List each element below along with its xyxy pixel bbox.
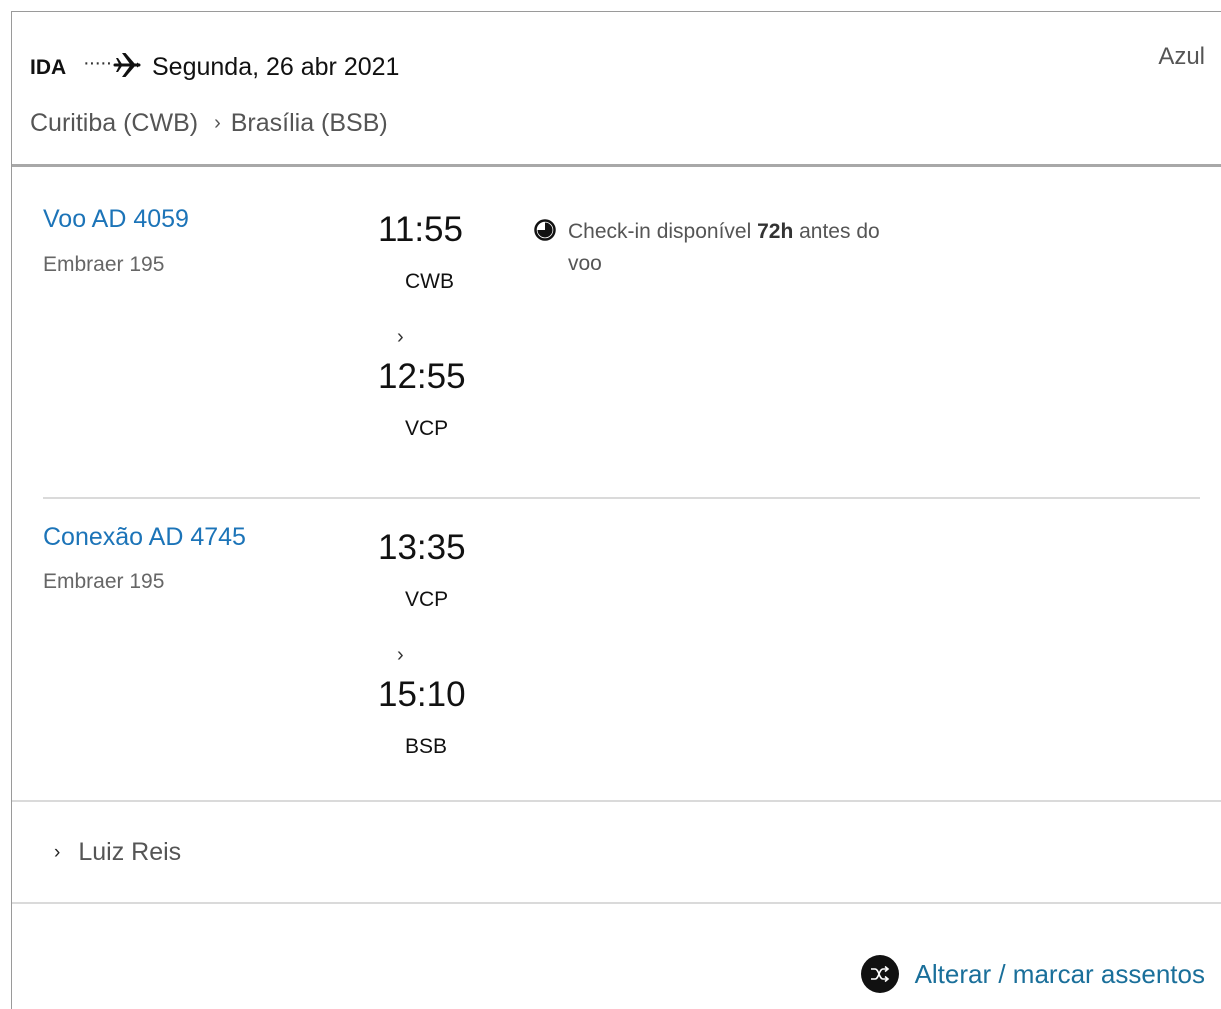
aircraft-model: Embraer 195 xyxy=(43,570,165,593)
checkin-info: Check-in disponível 72h antes do voo xyxy=(534,216,914,280)
plane-icon xyxy=(113,53,141,77)
connection-flight-link[interactable]: Conexão AD 4745 xyxy=(43,523,246,552)
origin-city: Curitiba (CWB) xyxy=(30,109,199,137)
aircraft-model: Embraer 195 xyxy=(43,253,165,276)
segment-divider xyxy=(43,497,1200,499)
header-divider xyxy=(12,164,1221,167)
dotted-line-icon: ····· xyxy=(83,52,112,74)
departure-airport-code: VCP xyxy=(405,588,449,611)
route: Curitiba (CWB) › Brasília (BSB) xyxy=(30,109,388,138)
passenger-name: Luiz Reis xyxy=(78,838,182,866)
arrival-time: 12:55 xyxy=(378,357,466,396)
direction-label: IDA xyxy=(30,56,67,79)
destination-city: Brasília (BSB) xyxy=(230,109,388,137)
arrival-airport-code: VCP xyxy=(405,417,449,440)
trip-header: IDA ····· Segunda, 26 abr 2021 Azul Curi… xyxy=(12,12,1221,166)
chevron-right-icon: › xyxy=(214,112,221,134)
arrival-time: 15:10 xyxy=(378,675,466,714)
section-divider xyxy=(12,902,1221,904)
trip-date: Segunda, 26 abr 2021 xyxy=(152,53,400,81)
chevron-right-icon: › xyxy=(397,644,404,666)
arrival-airport-code: BSB xyxy=(405,735,448,758)
departure-time: 13:35 xyxy=(378,528,466,567)
shuffle-icon xyxy=(860,955,899,993)
flight-card: IDA ····· Segunda, 26 abr 2021 Azul Curi… xyxy=(11,11,1221,1009)
flight-number-link[interactable]: Voo AD 4059 xyxy=(43,205,189,234)
chevron-right-icon: › xyxy=(54,841,61,863)
airline-name: Azul xyxy=(1158,43,1205,70)
checkin-text: Check-in disponível 72h antes do voo xyxy=(568,216,914,280)
change-seats-label: Alterar / marcar assentos xyxy=(914,958,1205,989)
clock-icon xyxy=(534,219,556,241)
passenger-toggle[interactable]: › Luiz Reis xyxy=(54,838,181,867)
departure-airport-code: CWB xyxy=(405,270,454,293)
section-divider xyxy=(12,800,1221,802)
chevron-right-icon: › xyxy=(397,326,404,348)
departure-time: 11:55 xyxy=(378,210,463,249)
checkin-hours: 72h xyxy=(757,220,794,243)
change-seats-button[interactable]: Alterar / marcar assentos xyxy=(860,955,1205,993)
checkin-prefix: Check-in disponível xyxy=(568,220,758,243)
